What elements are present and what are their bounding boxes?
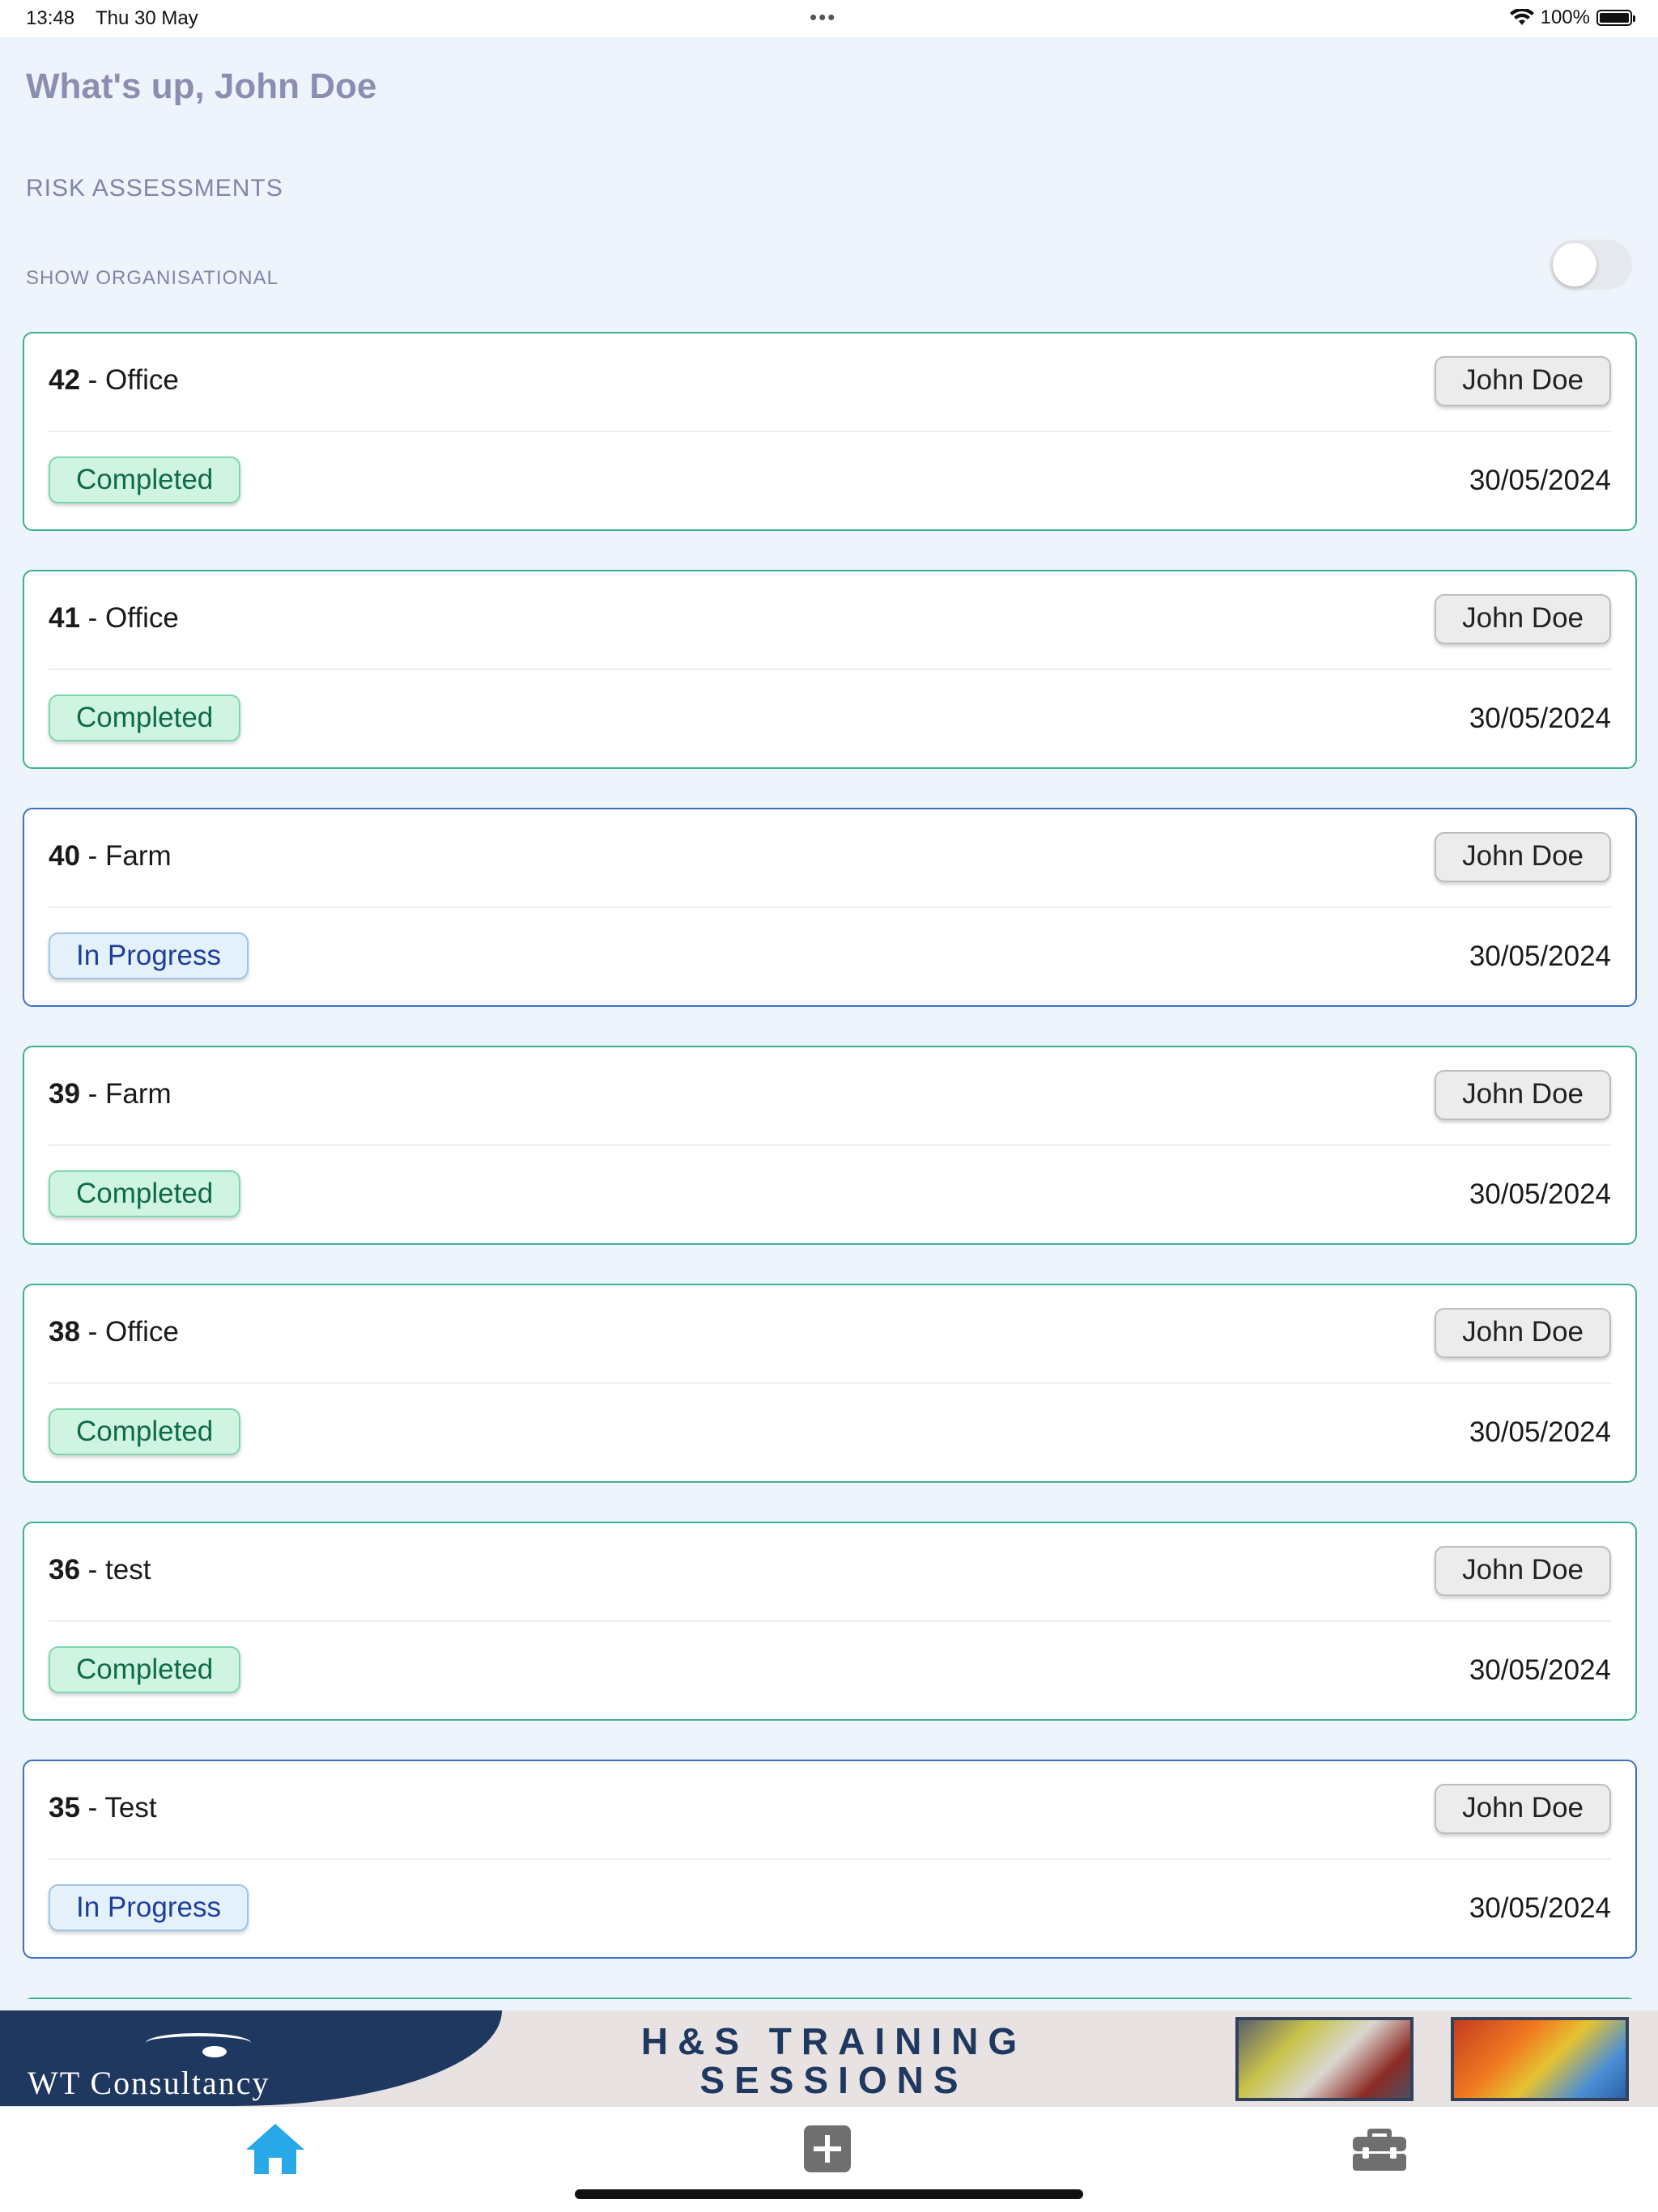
card-divider (49, 1620, 1611, 1622)
owner-button[interactable]: John Doe (1435, 1546, 1611, 1596)
card-divider (49, 1382, 1611, 1384)
assessment-name: - Office (79, 364, 179, 396)
assessment-date: 30/05/2024 (1469, 940, 1611, 972)
owner-button[interactable]: John Doe (1435, 594, 1611, 644)
assessment-card[interactable]: 36 - test John Doe Completed 30/05/2024 (23, 1522, 1637, 1721)
card-divider (49, 1144, 1611, 1146)
assessment-number: 40 (49, 840, 80, 872)
home-icon (246, 2124, 304, 2174)
assessment-date: 30/05/2024 (1469, 1178, 1611, 1210)
status-badge: Completed (49, 456, 241, 503)
tab-home[interactable] (235, 2116, 316, 2181)
banner-title-line-2: SESSIONS (699, 2059, 968, 2101)
battery-icon (1596, 10, 1635, 26)
assessment-date: 30/05/2024 (1469, 465, 1611, 496)
add-icon (804, 2125, 851, 2172)
assessment-card[interactable]: 40 - Farm John Doe In Progress 30/05/202… (23, 808, 1637, 1007)
logo-dot-icon (202, 2046, 227, 2057)
status-badge: Completed (49, 1646, 241, 1693)
card-divider (49, 1858, 1611, 1860)
assessment-number: 36 (49, 1554, 80, 1586)
card-divider (49, 669, 1611, 670)
section-title: RISK ASSESSMENTS (26, 175, 283, 202)
multitasking-dots-icon[interactable]: ••• (810, 5, 836, 30)
assessment-date: 30/05/2024 (1469, 1892, 1611, 1924)
assessment-title: 42 - Office (49, 364, 179, 397)
toggle-knob (1553, 243, 1596, 287)
tab-add[interactable] (787, 2116, 868, 2181)
owner-button[interactable]: John Doe (1435, 1070, 1611, 1120)
assessment-number: 39 (49, 1078, 80, 1110)
status-badge: In Progress (49, 932, 249, 979)
safety-equipment-photo (1451, 2017, 1629, 2101)
greeting-title: What's up, John Doe (26, 66, 377, 106)
assessment-number: 41 (49, 602, 80, 634)
assessment-card[interactable]: 42 - Office John Doe Completed 30/05/202… (23, 332, 1637, 531)
assessment-name: - Test (79, 1792, 157, 1824)
assessment-number: 38 (49, 1316, 80, 1348)
logo-swoosh-icon (146, 2033, 251, 2053)
battery-percentage: 100% (1540, 6, 1590, 28)
assessment-title: 39 - Farm (49, 1078, 172, 1110)
banner-logo-text: WT Consultancy (28, 2065, 270, 2101)
status-indicators: 100% (1509, 6, 1635, 29)
assessment-number: 35 (49, 1792, 80, 1824)
status-bar: 13:48 Thu 30 May ••• 100% (0, 0, 1658, 37)
status-badge: Completed (49, 694, 241, 741)
assessment-title: 35 - Test (49, 1792, 157, 1824)
owner-button[interactable]: John Doe (1435, 1308, 1611, 1358)
card-divider (49, 906, 1611, 908)
tab-toolbox[interactable] (1339, 2116, 1420, 2181)
assessment-date: 30/05/2024 (1469, 1416, 1611, 1448)
card-divider (49, 431, 1611, 432)
owner-button[interactable]: John Doe (1435, 832, 1611, 882)
status-badge: Completed (49, 1170, 241, 1217)
assessment-card[interactable]: 38 - Office John Doe Completed 30/05/202… (23, 1284, 1637, 1483)
toolbox-icon (1353, 2129, 1406, 2171)
assessment-number: 42 (49, 364, 80, 396)
assessment-card[interactable]: 39 - Farm John Doe Completed 30/05/2024 (23, 1046, 1637, 1245)
home-indicator (575, 2189, 1083, 2199)
assessment-date: 30/05/2024 (1469, 1654, 1611, 1686)
assessment-title: 36 - test (49, 1554, 151, 1586)
risk-assessment-list[interactable]: 42 - Office John Doe Completed 30/05/202… (23, 332, 1645, 1999)
status-time: 13:48 (26, 7, 75, 29)
assessment-card-partial[interactable] (23, 1998, 1637, 1999)
assessment-name: - Farm (79, 1078, 172, 1110)
assessment-name: - Office (79, 1316, 179, 1348)
show-organisational-toggle[interactable] (1550, 240, 1632, 290)
assessment-name: - test (79, 1554, 151, 1586)
owner-button[interactable]: John Doe (1435, 1784, 1611, 1834)
assessment-title: 38 - Office (49, 1316, 179, 1348)
assessment-title: 41 - Office (49, 602, 179, 635)
status-badge: Completed (49, 1408, 241, 1455)
wifi-icon (1509, 9, 1534, 25)
warehouse-photo (1235, 2017, 1414, 2101)
show-organisational-label: SHOW ORGANISATIONAL (26, 267, 278, 289)
owner-button[interactable]: John Doe (1435, 356, 1611, 406)
assessment-title: 40 - Farm (49, 840, 172, 872)
assessment-date: 30/05/2024 (1469, 703, 1611, 734)
training-ad-banner[interactable]: WT Consultancy H&S TRAINING SESSIONS (0, 2010, 1658, 2106)
banner-title: H&S TRAINING SESSIONS (567, 2022, 1101, 2099)
status-badge: In Progress (49, 1884, 249, 1931)
banner-title-line-1: H&S TRAINING (640, 2020, 1027, 2062)
assessment-name: - Farm (79, 840, 172, 872)
status-date: Thu 30 May (96, 7, 198, 29)
assessment-name: - Office (79, 602, 179, 634)
assessment-card[interactable]: 41 - Office John Doe Completed 30/05/202… (23, 570, 1637, 769)
assessment-card[interactable]: 35 - Test John Doe In Progress 30/05/202… (23, 1760, 1637, 1959)
